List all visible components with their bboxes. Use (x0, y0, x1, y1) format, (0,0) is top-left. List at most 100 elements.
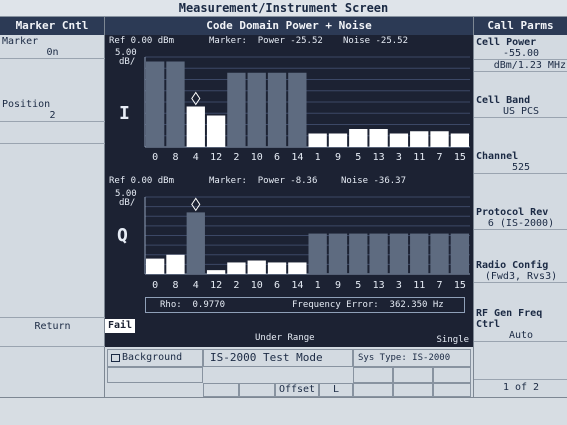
marker-softkey[interactable]: Marker 0n (0, 36, 105, 59)
status-cell (107, 367, 203, 383)
tick-label: 6 (274, 152, 280, 163)
radio-config-softkey[interactable]: Radio Config (Fwd3, Rvs3) (474, 260, 567, 283)
offset-indicator: Offset (275, 383, 319, 397)
bar-q-1 (308, 233, 327, 274)
bar-q-4 (186, 212, 205, 274)
bar-i-5 (349, 129, 368, 147)
q-ref-level: Ref 0.00 dBm (109, 176, 175, 186)
cell-power-value: -55.00 (474, 48, 567, 60)
return-button[interactable]: Return (0, 317, 105, 347)
bar-i-13 (369, 129, 388, 147)
bar-i-3 (389, 133, 409, 147)
tick-label: 4 (193, 280, 199, 291)
position-label: Position (2, 99, 51, 110)
window-title: Measurement/Instrument Screen (0, 0, 567, 17)
status-bar: Background IS-2000 Test Mode Sys Type: I… (105, 347, 473, 397)
cell-power-unit: dBm/1.23 MHz (474, 60, 567, 72)
protocol-rev-value: 6 (IS-2000) (474, 218, 567, 230)
bar-i-11 (410, 131, 429, 147)
single-sweep-indicator: Single (436, 335, 469, 345)
q-noise-readout: Noise -36.37 (341, 176, 407, 186)
bar-i-6 (267, 72, 287, 147)
q-marker-readout: Marker: Power -8.36 (209, 176, 318, 186)
channel-value: 525 (474, 162, 567, 174)
tick-label: 0 (152, 280, 158, 291)
status-cell (433, 367, 471, 383)
radio-config-value: (Fwd3, Rvs3) (474, 271, 567, 283)
bar-q-12 (206, 270, 226, 274)
marker-label: Marker (2, 36, 39, 47)
fail-badge: Fail (105, 319, 136, 333)
status-readout: Rho: 0.9770 Frequency Error: 362.350 Hz (145, 297, 465, 313)
bar-q-10 (247, 260, 266, 274)
bar-i-7 (430, 131, 449, 147)
rf-gen-freq-softkey[interactable]: RF Gen Freq Ctrl Auto (474, 308, 567, 342)
marker-control-header: Marker Cntl (0, 17, 104, 35)
tick-label: 15 (454, 152, 466, 163)
background-label: Background (122, 352, 183, 363)
tick-label: 2 (233, 280, 239, 291)
background-icon (111, 354, 120, 362)
tick-label: 9 (335, 280, 341, 291)
tick-label: 6 (274, 280, 280, 291)
i-channel-label: I (119, 103, 130, 124)
tick-label: 4 (193, 152, 199, 163)
marker-diamond-icon (191, 91, 201, 106)
call-parms-header: Call Parms (474, 17, 567, 35)
protocol-rev-label: Protocol Rev (476, 207, 549, 218)
cell-band-softkey[interactable]: Cell Band US PCS (474, 95, 567, 118)
cell-power-softkey[interactable]: Cell Power -55.00 dBm/1.23 MHz (474, 37, 567, 72)
radio-config-label: Radio Config (476, 260, 549, 271)
tick-label: 14 (291, 280, 303, 291)
position-softkey[interactable]: Position 2 (0, 99, 105, 122)
bar-i-9 (328, 133, 348, 147)
frequency-error-readout: Frequency Error: 362.350 Hz (292, 300, 444, 310)
tick-label: 3 (396, 280, 402, 291)
position-value: 2 (0, 110, 105, 122)
footer (0, 397, 567, 425)
status-cell (393, 367, 433, 383)
tick-label: 13 (373, 152, 385, 163)
bar-i-2 (227, 72, 246, 147)
tick-label: 12 (210, 152, 222, 163)
bar-q-0 (146, 258, 165, 274)
bar-q-9 (328, 233, 348, 274)
test-mode-label: IS-2000 Test Mode (203, 349, 353, 367)
cell-band-value: US PCS (474, 106, 567, 118)
i-marker-readout: Marker: Power -25.52 (209, 36, 323, 46)
bar-q-2 (227, 262, 246, 274)
tick-label: 2 (233, 152, 239, 163)
bar-q-5 (349, 233, 368, 274)
bar-q-8 (166, 254, 185, 274)
cell-band-label: Cell Band (476, 95, 531, 106)
protocol-rev-softkey[interactable]: Protocol Rev 6 (IS-2000) (474, 207, 567, 230)
bar-q-13 (369, 233, 388, 274)
tick-label: 3 (396, 152, 402, 163)
bar-i-14 (288, 72, 307, 147)
channel-label: Channel (476, 151, 519, 162)
bar-q-7 (430, 233, 449, 274)
status-cell (353, 383, 393, 397)
channel-softkey[interactable]: Channel 525 (474, 151, 567, 174)
q-scale-unit: dB/ (119, 198, 136, 208)
tick-label: 13 (373, 280, 385, 291)
under-range-indicator: Under Range (255, 333, 315, 343)
cell-power-label: Cell Power (476, 37, 537, 48)
tick-label: 7 (437, 280, 443, 291)
tick-label: 9 (335, 152, 341, 163)
bar-i-12 (206, 115, 226, 147)
status-cell (393, 383, 433, 397)
tick-label: 5 (355, 152, 361, 163)
marker-control-panel: Marker Cntl Marker 0n Position 2 Return (0, 17, 105, 397)
tick-label: 14 (291, 152, 303, 163)
i-ref-level: Ref 0.00 dBm (109, 36, 175, 46)
tick-label: 11 (413, 152, 425, 163)
status-cell (203, 383, 239, 397)
page-indicator[interactable]: 1 of 2 (474, 379, 567, 397)
background-button[interactable]: Background (107, 349, 203, 367)
sys-type-label: Sys Type: IS-2000 (353, 349, 471, 367)
bar-i-4 (186, 106, 205, 147)
measurement-screen: Code Domain Power + Noise 0 8 4 12 2 10 6 14 1 9 5… (105, 17, 473, 347)
bar-q-14 (288, 262, 307, 274)
bar-i-8 (166, 61, 185, 147)
